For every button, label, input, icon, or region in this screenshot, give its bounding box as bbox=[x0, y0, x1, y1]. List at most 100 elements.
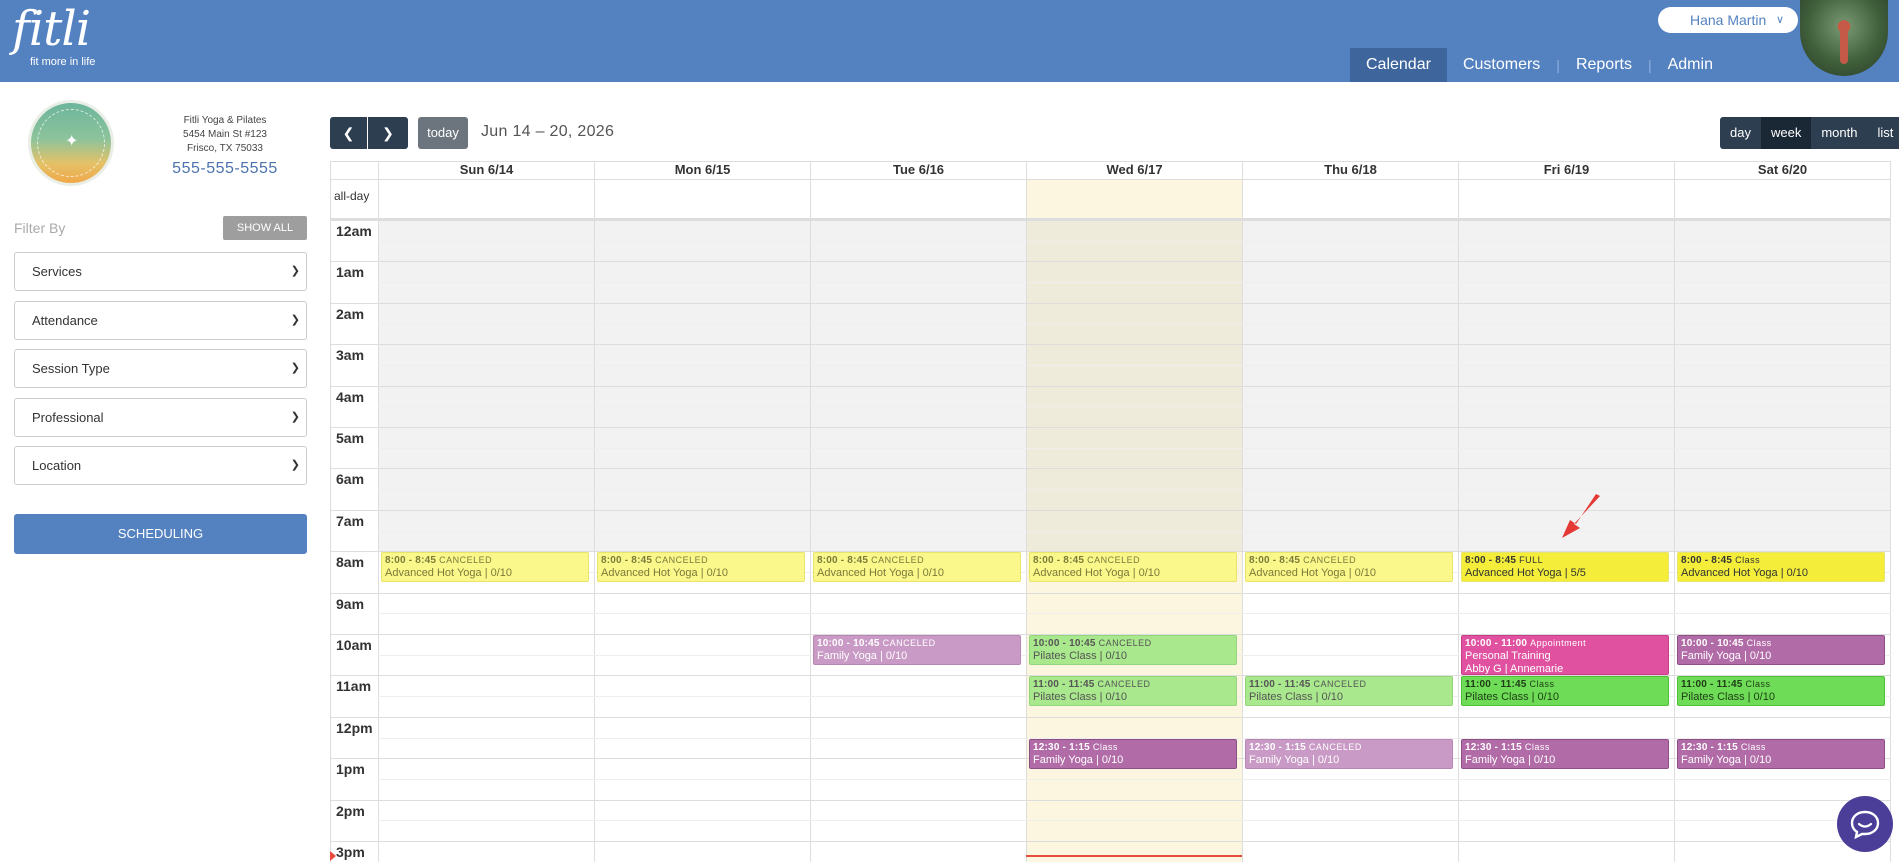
day-header[interactable]: Thu 6/18 bbox=[1242, 161, 1458, 179]
nav-customers[interactable]: Customers bbox=[1447, 48, 1556, 82]
event-time: 12:30 - 1:15 bbox=[1249, 741, 1306, 753]
grid-hour-line bbox=[330, 302, 1891, 304]
filter-professional-select[interactable]: Professional ❯ bbox=[14, 398, 307, 437]
off-hours-shade bbox=[1026, 218, 1242, 552]
event-header: 10:00 - 10:45 CANCELED bbox=[1033, 637, 1233, 650]
nav-reports[interactable]: Reports bbox=[1560, 48, 1648, 82]
event-name: Pilates Class | 0/10 bbox=[1033, 691, 1127, 704]
logo-word: fitli bbox=[12, 1, 91, 57]
filter-location-select[interactable]: Location ❯ bbox=[14, 446, 307, 485]
calendar-event[interactable]: 8:00 - 8:45 CANCELED Advanced Hot Yoga | 0… bbox=[1245, 552, 1453, 583]
calendar-event[interactable]: 8:00 - 8:45 CANCELED Advanced Hot Yoga | 0… bbox=[597, 552, 805, 583]
today-button[interactable]: today bbox=[418, 117, 468, 149]
view-switcher: day week month list bbox=[1720, 117, 1899, 149]
fitli-logo[interactable]: fitli fit more in life bbox=[12, 1, 95, 68]
event-status: CANCELED bbox=[439, 555, 493, 566]
grid-half-hour-line bbox=[378, 447, 1891, 449]
calendar-event[interactable]: 12:30 - 1:15 Class Family Yoga | 0/10 bbox=[1029, 738, 1237, 769]
day-header[interactable]: Sat 6/20 bbox=[1674, 161, 1890, 179]
event-time: 8:00 - 8:45 bbox=[1033, 555, 1085, 567]
nav-admin[interactable]: Admin bbox=[1652, 48, 1729, 82]
calendar-event[interactable]: 10:00 - 10:45 Class Family Yoga | 0/10 bbox=[1677, 635, 1885, 666]
grid-half-hour-line bbox=[378, 489, 1891, 491]
event-time: 8:00 - 8:45 bbox=[1465, 555, 1517, 567]
grid-hour-line bbox=[330, 841, 1891, 842]
nav-calendar[interactable]: Calendar bbox=[1350, 48, 1447, 82]
grid-hour-line bbox=[330, 716, 1891, 718]
studio-phone[interactable]: 555-555-5555 bbox=[150, 158, 300, 180]
calendar-event[interactable]: 8:00 - 8:45 CANCELED Advanced Hot Yoga | 0… bbox=[1029, 552, 1237, 583]
logo-tagline: fit more in life bbox=[30, 56, 96, 68]
event-status: CANCELED bbox=[1087, 555, 1141, 566]
event-header: 11:00 - 11:45 Class bbox=[1465, 678, 1665, 691]
filter-session-type-select[interactable]: Session Type ❯ bbox=[14, 349, 307, 388]
next-week-button[interactable]: ❯ bbox=[368, 117, 408, 149]
calendar-event[interactable]: 12:30 - 1:15 CANCELED Family Yoga | 0/10 bbox=[1245, 738, 1453, 769]
view-week-button[interactable]: week bbox=[1760, 117, 1812, 149]
event-status: Class bbox=[1524, 741, 1550, 752]
calendar-event[interactable]: 10:00 - 10:45 CANCELED Family Yoga | 0/10 bbox=[813, 635, 1021, 666]
day-header[interactable]: Wed 6/17 bbox=[1026, 161, 1242, 179]
event-name: Advanced Hot Yoga | 0/10 bbox=[817, 567, 945, 580]
grid-vline bbox=[330, 161, 331, 862]
grid-hour-line bbox=[330, 220, 1891, 221]
calendar-event[interactable]: 8:00 - 8:45 FULL Advanced Hot Yoga | 5/5 bbox=[1461, 552, 1669, 583]
chevron-down-icon: ❯ bbox=[290, 459, 300, 471]
scheduling-button[interactable]: SCHEDULING bbox=[14, 514, 307, 554]
view-month-button[interactable]: month bbox=[1811, 117, 1868, 149]
user-name: Hana Martin bbox=[1690, 12, 1767, 28]
chat-button[interactable] bbox=[1837, 796, 1893, 852]
chevron-down-icon: ❯ bbox=[290, 411, 300, 423]
event-header: 8:00 - 8:45 CANCELED bbox=[385, 554, 585, 567]
event-header: 8:00 - 8:45 FULL bbox=[1465, 554, 1665, 567]
event-name: Advanced Hot Yoga | 0/10 bbox=[601, 567, 729, 580]
grid-half-hour-line bbox=[378, 820, 1891, 822]
day-header[interactable]: Sun 6/14 bbox=[378, 161, 594, 179]
hour-label: 5am bbox=[336, 430, 365, 446]
event-time: 10:00 - 10:45 bbox=[817, 638, 880, 649]
grid-half-hour-line bbox=[378, 323, 1891, 325]
day-header[interactable]: Mon 6/15 bbox=[594, 161, 810, 179]
calendar-event[interactable]: 11:00 - 11:45 Class Pilates Class | 0/10 bbox=[1461, 676, 1669, 707]
event-name: Advanced Hot Yoga | 0/10 bbox=[1249, 567, 1377, 580]
event-status: Class bbox=[1735, 555, 1761, 566]
hour-label: 12pm bbox=[336, 719, 373, 736]
grid-vline bbox=[594, 161, 595, 862]
calendar-event[interactable]: 8:00 - 8:45 Class Advanced Hot Yoga | 0/10 bbox=[1677, 552, 1885, 583]
calendar-event[interactable]: 11:00 - 11:45 Class Pilates Class | 0/10 bbox=[1677, 676, 1885, 707]
view-list-button[interactable]: list bbox=[1867, 117, 1899, 149]
user-menu[interactable]: Hana Martin ∨ bbox=[1658, 7, 1798, 33]
top-bar: fitli fit more in life Hana Martin ∨ Cal… bbox=[0, 0, 1899, 82]
calendar-event[interactable]: 10:00 - 11:00 Appointment Personal Trainin… bbox=[1461, 635, 1669, 676]
off-hours-shade bbox=[594, 218, 810, 552]
hour-label: 8am bbox=[336, 554, 365, 571]
day-header[interactable]: Fri 6/19 bbox=[1458, 161, 1674, 179]
calendar-event[interactable]: 10:00 - 10:45 CANCELED Pilates Class | 0/1… bbox=[1029, 635, 1237, 666]
event-name: Pilates Class | 0/10 bbox=[1681, 691, 1775, 704]
calendar-event[interactable]: 12:30 - 1:15 Class Family Yoga | 0/10 bbox=[1677, 738, 1885, 769]
show-all-button[interactable]: SHOW ALL bbox=[223, 216, 307, 240]
event-header: 8:00 - 8:45 Class bbox=[1681, 554, 1881, 567]
event-header: 12:30 - 1:15 Class bbox=[1681, 741, 1881, 754]
grid-hour-line bbox=[330, 427, 1891, 428]
grid-half-hour-line bbox=[378, 778, 1891, 780]
event-header: 8:00 - 8:45 CANCELED bbox=[817, 554, 1017, 567]
event-status: Class bbox=[1740, 741, 1766, 752]
event-name: Advanced Hot Yoga | 5/5 bbox=[1465, 567, 1586, 580]
view-day-button[interactable]: day bbox=[1720, 117, 1761, 149]
event-header: 12:30 - 1:15 Class bbox=[1033, 741, 1233, 754]
event-time: 8:00 - 8:45 bbox=[601, 555, 653, 567]
studio-info: Fitli Yoga & Pilates 5454 Main St #123 F… bbox=[150, 114, 300, 180]
filter-attendance-select[interactable]: Attendance ❯ bbox=[14, 301, 307, 340]
filter-services-select[interactable]: Services ❯ bbox=[14, 252, 307, 291]
calendar-event[interactable]: 8:00 - 8:45 CANCELED Advanced Hot Yoga | 0… bbox=[381, 552, 589, 583]
avatar[interactable] bbox=[1800, 0, 1888, 76]
calendar-event[interactable]: 8:00 - 8:45 CANCELED Advanced Hot Yoga | 0… bbox=[813, 552, 1021, 583]
prev-week-button[interactable]: ❮ bbox=[330, 117, 367, 149]
day-header[interactable]: Tue 6/16 bbox=[810, 161, 1026, 179]
calendar-event[interactable]: 11:00 - 11:45 CANCELED Pilates Class | 0/1… bbox=[1245, 676, 1453, 707]
chevron-right-icon: ❯ bbox=[382, 125, 394, 141]
calendar-event[interactable]: 12:30 - 1:15 Class Family Yoga | 0/10 bbox=[1461, 738, 1669, 769]
event-header: 8:00 - 8:45 CANCELED bbox=[1249, 554, 1449, 567]
calendar-event[interactable]: 11:00 - 11:45 CANCELED Pilates Class | 0/1… bbox=[1029, 676, 1237, 707]
